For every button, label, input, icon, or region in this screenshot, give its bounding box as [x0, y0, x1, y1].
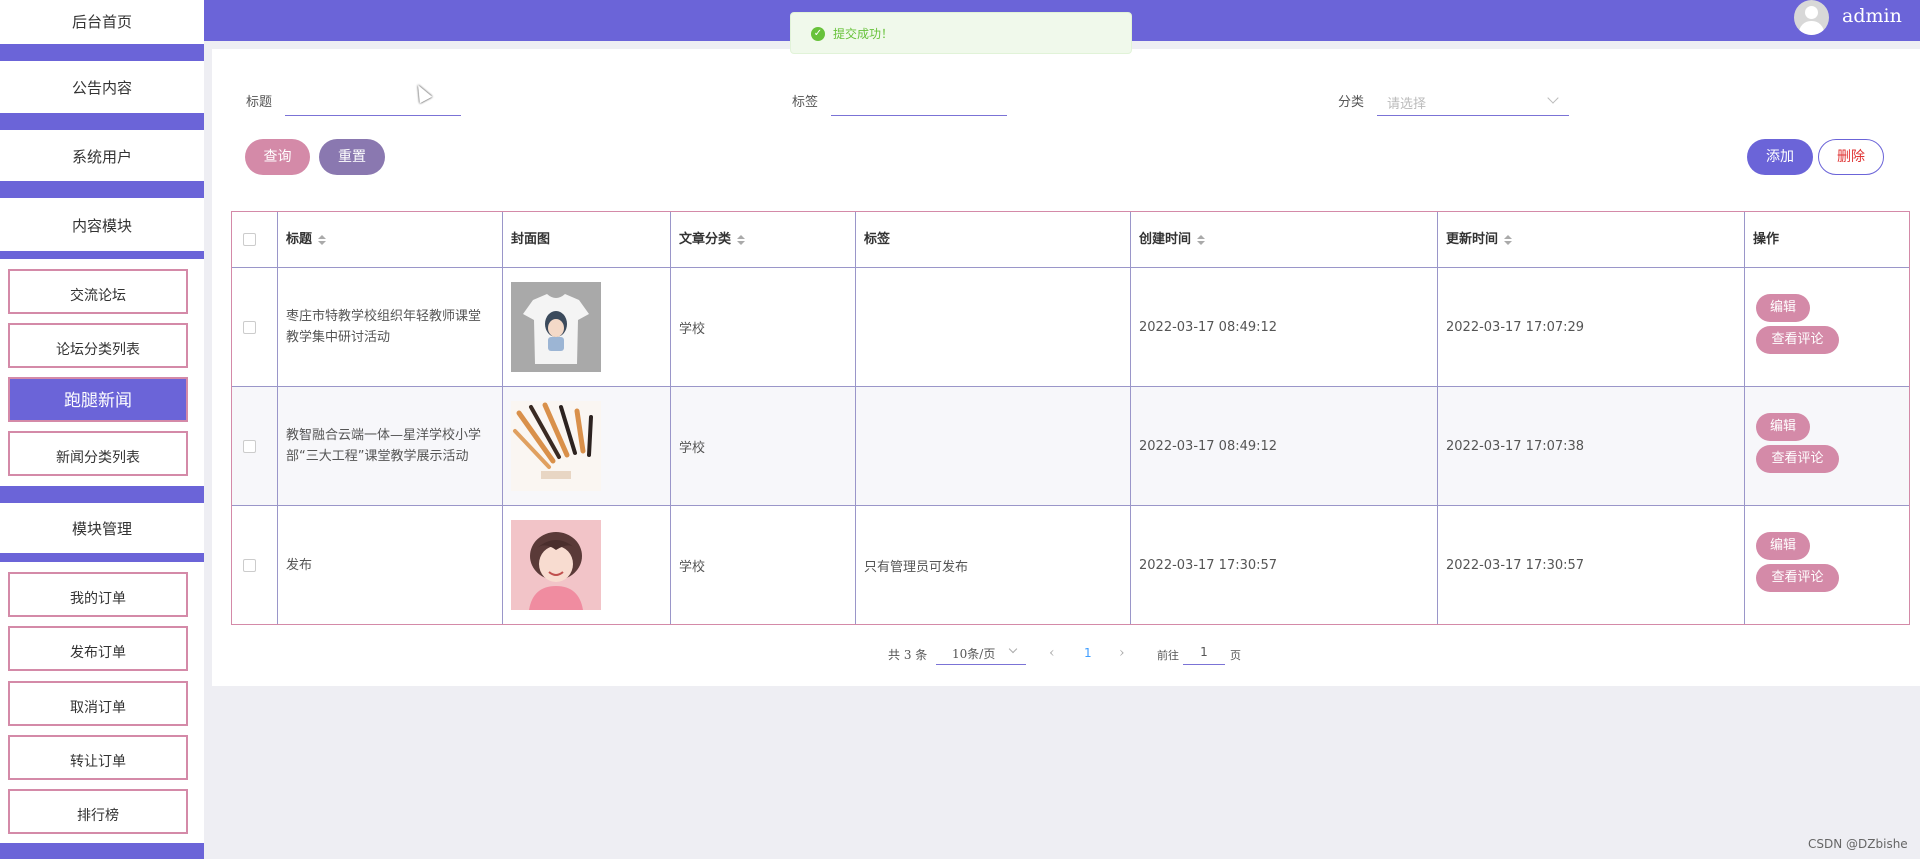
- user-avatar-icon[interactable]: [1794, 0, 1829, 35]
- sidebar-item-my-orders[interactable]: 我的订单: [8, 572, 188, 617]
- search-button[interactable]: 查询: [245, 139, 310, 175]
- row-tag: [855, 387, 1130, 505]
- row-title: 发布: [286, 557, 313, 573]
- next-page-icon[interactable]: ›: [1119, 645, 1125, 661]
- nav-divider: [0, 843, 204, 859]
- sidebar-item-errand-news[interactable]: 跑腿新闻: [8, 377, 188, 422]
- anime-boy-image: [511, 520, 601, 610]
- nav-divider: [0, 181, 204, 198]
- sort-icon[interactable]: [1504, 234, 1513, 245]
- title-filter-input[interactable]: [285, 86, 461, 116]
- sort-icon[interactable]: [1197, 234, 1206, 245]
- category-select[interactable]: 请选择: [1377, 86, 1569, 116]
- nav-announcements[interactable]: 公告内容: [0, 66, 204, 110]
- delete-button[interactable]: 删除: [1818, 139, 1884, 175]
- edit-button[interactable]: 编辑: [1756, 532, 1810, 560]
- toast-message: 提交成功！: [833, 27, 894, 41]
- sidebar: 后台首页 公告内容 系统用户 内容模块 交流论坛 论坛分类列表 跑腿新闻 新闻分…: [0, 0, 204, 859]
- nav-divider: [0, 553, 204, 562]
- view-comments-button[interactable]: 查看评论: [1756, 564, 1839, 592]
- nav-content-module[interactable]: 内容模块: [0, 204, 204, 248]
- sidebar-item-transfer-order[interactable]: 转让订单: [8, 735, 188, 780]
- row-cover: [502, 506, 670, 624]
- t-shirt-image: [511, 282, 601, 372]
- title-filter-label: 标题: [246, 95, 273, 110]
- sidebar-item-news-categories[interactable]: 新闻分类列表: [8, 431, 188, 476]
- username[interactable]: admin: [1842, 5, 1902, 27]
- row-created-time: 2022-03-17 17:30:57: [1139, 557, 1278, 573]
- view-comments-button[interactable]: 查看评论: [1756, 326, 1839, 354]
- row-category: 学校: [679, 559, 706, 575]
- category-select-placeholder: 请选择: [1387, 97, 1427, 112]
- nav-divider: [0, 44, 204, 61]
- current-page[interactable]: 1: [1084, 646, 1092, 660]
- page-suffix: 页: [1230, 649, 1241, 662]
- makeup-brushes-image: [511, 401, 601, 491]
- row-created-time: 2022-03-17 08:49:12: [1139, 319, 1278, 335]
- sidebar-item-forum[interactable]: 交流论坛: [8, 269, 188, 314]
- row-updated-time: 2022-03-17 17:30:57: [1446, 557, 1585, 573]
- row-checkbox[interactable]: [243, 559, 256, 572]
- category-filter-label: 分类: [1338, 95, 1365, 110]
- nav-system-users[interactable]: 系统用户: [0, 135, 204, 179]
- row-cover: [502, 268, 670, 386]
- add-button[interactable]: 添加: [1747, 139, 1813, 175]
- row-created-time: 2022-03-17 08:49:12: [1139, 438, 1278, 454]
- column-header-created[interactable]: 创建时间: [1130, 212, 1206, 267]
- sidebar-item-publish-order[interactable]: 发布订单: [8, 626, 188, 671]
- row-category: 学校: [679, 321, 706, 337]
- sidebar-item-forum-categories[interactable]: 论坛分类列表: [8, 323, 188, 368]
- row-checkbox[interactable]: [243, 321, 256, 334]
- row-updated-time: 2022-03-17 17:07:29: [1446, 319, 1585, 335]
- sort-icon[interactable]: [318, 234, 327, 245]
- check-circle-icon: ✓: [811, 27, 825, 41]
- sort-icon[interactable]: [737, 234, 746, 245]
- row-tag: [855, 268, 1130, 386]
- success-toast: ✓ 提交成功！: [790, 12, 1132, 54]
- watermark: CSDN @DZbishe: [1808, 837, 1908, 851]
- nav-divider: [0, 251, 204, 259]
- row-title: 枣庄市特教学校组织年轻教师课堂教学集中研讨活动: [286, 309, 482, 345]
- nav-dashboard[interactable]: 后台首页: [0, 0, 204, 44]
- column-header-updated[interactable]: 更新时间: [1437, 212, 1513, 267]
- row-updated-time: 2022-03-17 17:07:38: [1446, 438, 1585, 454]
- column-header-category[interactable]: 文章分类: [670, 212, 746, 267]
- tag-filter-input[interactable]: [831, 86, 1007, 116]
- prev-page-icon[interactable]: ‹: [1049, 645, 1055, 661]
- row-tag: 只有管理员可发布: [864, 559, 969, 575]
- column-header-title[interactable]: 标题: [277, 212, 327, 267]
- reset-button[interactable]: 重置: [319, 139, 385, 175]
- edit-button[interactable]: 编辑: [1756, 294, 1810, 322]
- chevron-down-icon: [1008, 644, 1018, 654]
- sidebar-item-cancel-order[interactable]: 取消订单: [8, 681, 188, 726]
- view-comments-button[interactable]: 查看评论: [1756, 445, 1839, 473]
- col-divider: [1744, 212, 1745, 624]
- column-header-actions: 操作: [1753, 232, 1780, 247]
- row-category: 学校: [679, 440, 706, 456]
- goto-label: 前往: [1157, 649, 1179, 662]
- select-all-checkbox[interactable]: [243, 233, 256, 246]
- edit-button[interactable]: 编辑: [1756, 413, 1810, 441]
- goto-page-input[interactable]: 1: [1183, 637, 1225, 665]
- row-cover: [502, 387, 670, 505]
- tag-filter-label: 标签: [792, 95, 819, 110]
- row-checkbox[interactable]: [243, 440, 256, 453]
- chevron-down-icon: [1547, 92, 1559, 104]
- main-content: 标题 标签 分类 请选择 查询 重置 添加 删除 标题 封面图 文章分类 标签 …: [212, 49, 1920, 686]
- nav-divider: [0, 486, 204, 503]
- pagination-total: 共 3 条: [888, 648, 928, 662]
- nav-divider: [0, 113, 204, 130]
- nav-module-management[interactable]: 模块管理: [0, 507, 204, 551]
- data-table: 标题 封面图 文章分类 标签 创建时间 更新时间 操作 枣庄市特教学校组织年轻教…: [231, 211, 1910, 625]
- page-size-select[interactable]: 10条/页: [936, 637, 1026, 665]
- column-header-cover: 封面图: [511, 232, 551, 247]
- sidebar-item-ranking[interactable]: 排行榜: [8, 789, 188, 834]
- column-header-tag: 标签: [864, 232, 891, 247]
- row-title: 教智融合云端一体—星洋学校小学部“三大工程”课堂教学展示活动: [286, 428, 482, 464]
